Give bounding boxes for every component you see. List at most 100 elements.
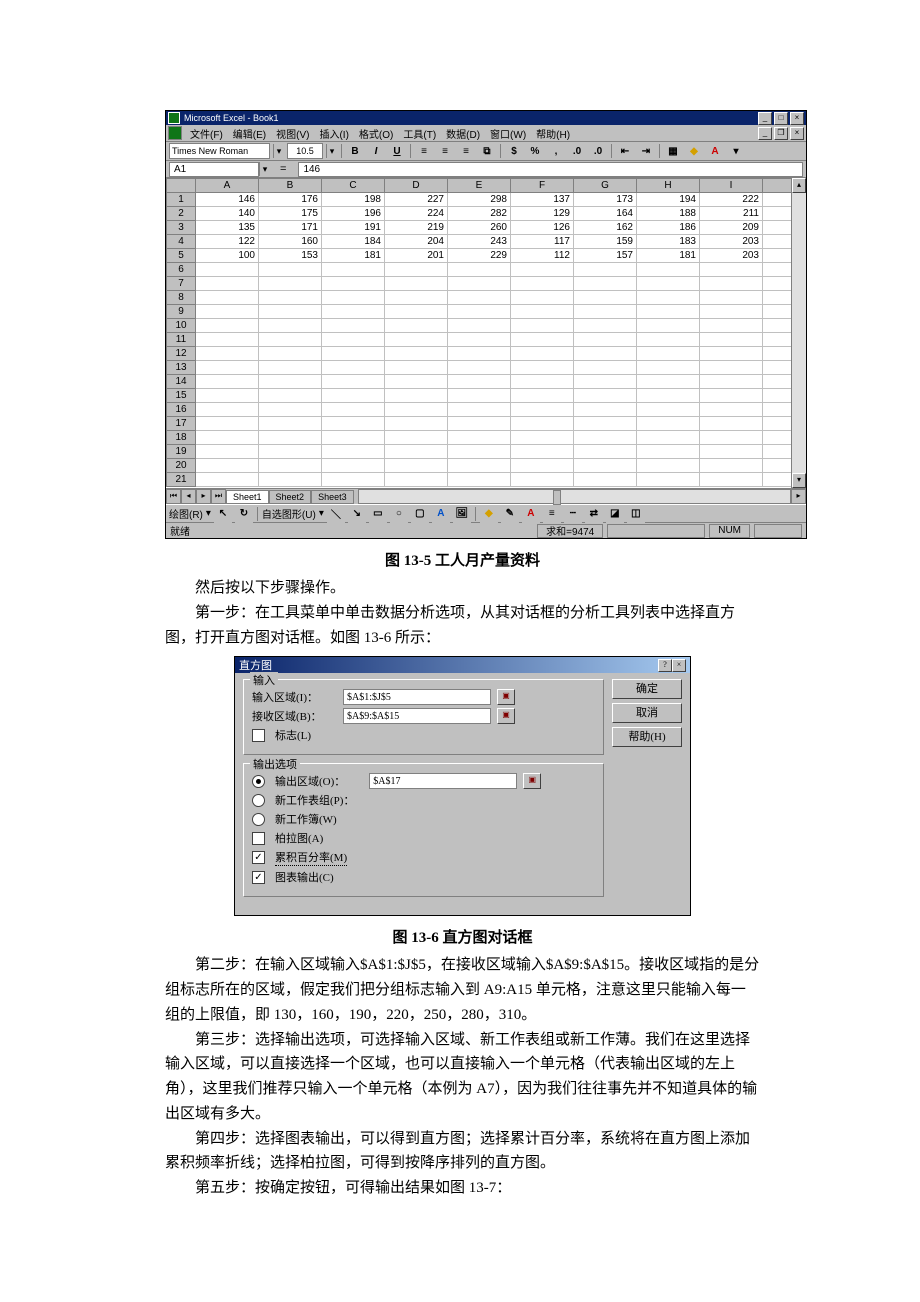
decrease-indent-button[interactable]: ⇤ [616,142,634,160]
row-header[interactable]: 3 [167,221,196,235]
cell[interactable]: 160 [259,235,322,249]
cell[interactable] [385,431,448,445]
cell[interactable] [700,375,763,389]
cell[interactable] [700,389,763,403]
cell[interactable] [637,389,700,403]
cell[interactable]: 191 [322,221,385,235]
fontsize-dropdown-icon[interactable]: ▾ [326,144,337,158]
col-header[interactable]: D [385,179,448,193]
merge-button[interactable]: ⧉ [478,142,496,160]
line-color-button[interactable]: ✎ [501,505,519,523]
row-header[interactable]: 6 [167,263,196,277]
cell[interactable]: 198 [322,193,385,207]
cell[interactable] [574,431,637,445]
cell[interactable] [637,319,700,333]
cell[interactable] [448,333,511,347]
cell[interactable] [763,361,792,375]
cell[interactable] [574,417,637,431]
cell[interactable] [259,277,322,291]
input-range-field[interactable]: $A$1:$J$5 [343,689,491,705]
cell[interactable] [574,389,637,403]
cell[interactable] [259,389,322,403]
cell[interactable] [511,333,574,347]
cell[interactable] [700,361,763,375]
cell[interactable] [574,361,637,375]
row-header[interactable]: 7 [167,277,196,291]
cell[interactable]: 176 [259,193,322,207]
cumulative-checkbox[interactable] [252,851,265,864]
cell[interactable] [322,263,385,277]
cell[interactable] [511,375,574,389]
cell[interactable]: 222 [700,193,763,207]
cell[interactable] [322,333,385,347]
cell[interactable] [763,263,792,277]
cell[interactable] [511,445,574,459]
cell[interactable] [196,473,259,487]
menu-edit[interactable]: 编辑(E) [229,126,270,141]
minimize-button[interactable]: _ [758,112,772,125]
cell[interactable] [637,459,700,473]
cell[interactable]: 175 [259,207,322,221]
cell[interactable] [448,389,511,403]
underline-button[interactable]: U [388,142,406,160]
font-color2-button[interactable]: A [522,505,540,523]
cell[interactable] [385,333,448,347]
cell[interactable] [448,305,511,319]
cell[interactable] [511,277,574,291]
textbox-button[interactable]: ▢ [411,505,429,523]
row-header[interactable]: 4 [167,235,196,249]
row-header[interactable]: 1 [167,193,196,207]
cell[interactable] [511,291,574,305]
cell[interactable] [385,389,448,403]
cell[interactable] [511,473,574,487]
cell[interactable] [511,305,574,319]
cell[interactable] [196,389,259,403]
percent-button[interactable]: % [526,142,544,160]
sheet-tab-3[interactable]: Sheet3 [311,490,354,504]
cell[interactable] [322,305,385,319]
cell[interactable] [385,459,448,473]
cell[interactable] [763,459,792,473]
cell[interactable] [448,403,511,417]
row-header[interactable]: 12 [167,347,196,361]
tab-first-button[interactable]: ⏮ [166,489,181,504]
cell[interactable]: 237 [763,235,792,249]
row-header[interactable]: 5 [167,249,196,263]
cell[interactable]: 122 [196,235,259,249]
chart-output-checkbox[interactable] [252,871,265,884]
fill-color-button[interactable]: ◆ [685,142,703,160]
row-header[interactable]: 8 [167,291,196,305]
row-header[interactable]: 20 [167,459,196,473]
cell[interactable]: 100 [196,249,259,263]
line-button[interactable]: ＼ [327,505,345,523]
cell[interactable] [700,319,763,333]
output-range-ref-icon[interactable]: ▣ [523,773,541,789]
cell[interactable] [259,431,322,445]
cell[interactable] [322,459,385,473]
cell[interactable] [511,347,574,361]
col-header[interactable]: J [763,179,792,193]
cell[interactable] [448,473,511,487]
more-button[interactable]: ▾ [727,142,745,160]
cell[interactable] [385,417,448,431]
align-right-button[interactable]: ≡ [457,142,475,160]
cell[interactable] [196,375,259,389]
new-book-radio[interactable] [252,813,265,826]
sheet-tab-2[interactable]: Sheet2 [269,490,312,504]
cell[interactable]: 243 [448,235,511,249]
row-header[interactable]: 14 [167,375,196,389]
cell[interactable]: 126 [511,221,574,235]
cell[interactable] [511,389,574,403]
cell[interactable] [511,417,574,431]
rotate-button[interactable]: ↻ [235,505,253,523]
col-header[interactable]: F [511,179,574,193]
cell[interactable] [259,375,322,389]
comma-button[interactable]: , [547,142,565,160]
cell[interactable] [385,403,448,417]
cell[interactable]: 188 [637,207,700,221]
row-header[interactable]: 10 [167,319,196,333]
cell[interactable] [700,431,763,445]
dialog-close-button[interactable]: × [672,659,686,672]
cell[interactable] [196,333,259,347]
output-range-field[interactable]: $A$17 [369,773,517,789]
